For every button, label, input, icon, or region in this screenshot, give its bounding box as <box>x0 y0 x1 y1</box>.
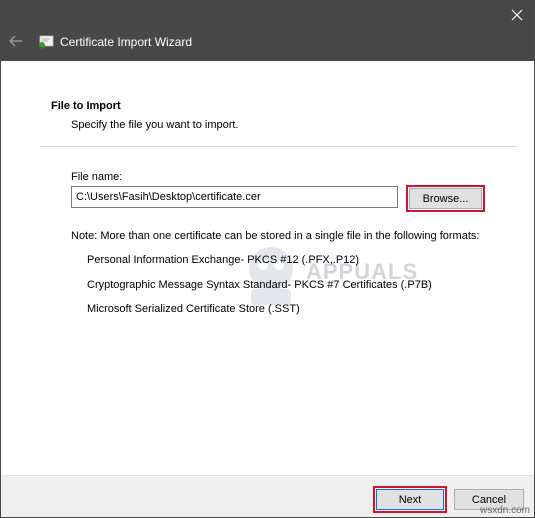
wizard-window: Certificate Import Wizard File to Import… <box>0 0 535 518</box>
close-button[interactable] <box>500 1 534 29</box>
format-item-p7b: Cryptographic Message Syntax Standard- P… <box>87 279 432 291</box>
wizard-footer: Next Cancel wsxdn.com <box>1 475 534 517</box>
next-button[interactable]: Next <box>376 489 444 510</box>
certificate-icon <box>39 35 54 50</box>
wizard-title: Certificate Import Wizard <box>60 35 193 49</box>
browse-button[interactable]: Browse... <box>409 188 482 209</box>
page-heading: File to Import <box>51 100 121 112</box>
file-name-input[interactable] <box>71 186 398 208</box>
site-watermark-label: wsxdn.com <box>479 505 530 516</box>
page-description: Specify the file you want to import. <box>71 119 239 131</box>
file-name-label: File name: <box>71 171 123 183</box>
header-divider <box>40 146 517 147</box>
title-bar: Certificate Import Wizard <box>1 1 534 61</box>
close-icon <box>511 9 523 21</box>
format-item-sst: Microsoft Serialized Certificate Store (… <box>87 303 300 315</box>
back-arrow-icon[interactable] <box>8 33 24 49</box>
format-item-pfx: Personal Information Exchange- PKCS #12 … <box>87 254 360 266</box>
